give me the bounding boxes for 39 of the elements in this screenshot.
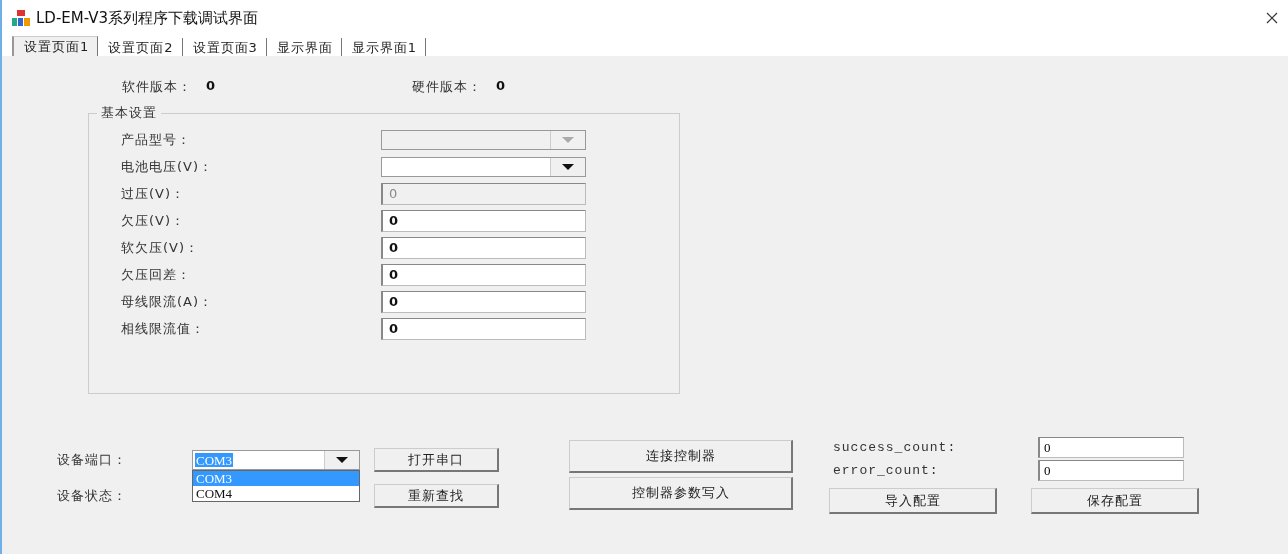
field-label: 母线限流(A)： — [121, 292, 215, 311]
caret-icon — [336, 457, 348, 463]
counter-field[interactable]: 0 — [1038, 437, 1184, 458]
open-port-button[interactable]: 打开串口 — [374, 448, 499, 472]
group-title: 基本设置 — [100, 104, 158, 122]
field-label: 欠压回差： — [121, 265, 192, 284]
window-title: LD-EM-V3系列程序下载调试界面 — [36, 8, 260, 28]
field-label: 电池电压(V)： — [121, 157, 215, 176]
counter-label: error_count: — [833, 463, 940, 478]
input-field[interactable]: 0 — [381, 236, 586, 259]
input-field[interactable]: 0 — [381, 209, 586, 232]
dropdown-field[interactable] — [381, 156, 586, 177]
controller-button[interactable]: 控制器参数写入 — [569, 477, 793, 510]
field-label: 软欠压(V)： — [121, 238, 201, 257]
caret-icon — [562, 136, 574, 143]
tab[interactable]: 设置页面1 — [12, 36, 99, 56]
counter-label: success_count: — [833, 440, 958, 455]
version-value: 0 — [206, 78, 216, 95]
app-logo-icon — [12, 10, 30, 26]
status-label: 设备状态： — [57, 487, 128, 505]
input-field[interactable]: 0 — [381, 317, 586, 340]
version-label: 硬件版本： — [412, 78, 482, 96]
input-field[interactable]: 0 — [381, 290, 586, 313]
field-label: 欠压(V)： — [121, 211, 187, 230]
input-field[interactable]: 0 — [381, 263, 586, 286]
version-value: 0 — [496, 78, 506, 95]
caret-icon — [562, 163, 574, 170]
close-icon[interactable] — [1266, 12, 1278, 24]
field-label: 过压(V)： — [121, 184, 187, 203]
field-label: 相线限流值： — [121, 319, 206, 338]
port-label: 设备端口： — [57, 451, 128, 469]
counter-field[interactable]: 0 — [1038, 460, 1184, 481]
field-label: 产品型号： — [121, 130, 192, 149]
config-button[interactable]: 保存配置 — [1031, 488, 1199, 514]
port-value: COM3 — [195, 453, 234, 467]
controller-button[interactable]: 连接控制器 — [569, 440, 793, 473]
rescan-button[interactable]: 重新查找 — [374, 484, 499, 508]
config-button[interactable]: 导入配置 — [829, 488, 997, 514]
version-label: 软件版本： — [122, 78, 192, 96]
